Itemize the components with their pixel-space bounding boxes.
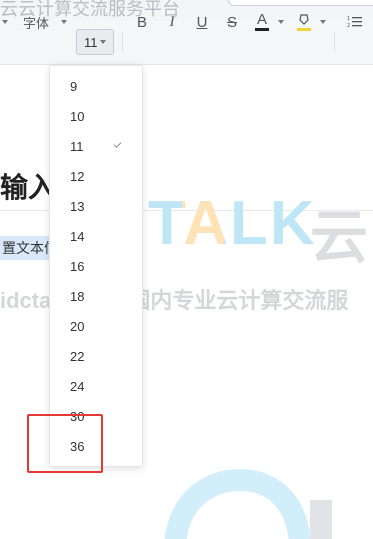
font-size-option[interactable]: 9 [50,71,142,101]
font-size-option[interactable]: 22 [50,341,142,371]
font-size-option[interactable]: 18 [50,281,142,311]
font-size-option[interactable]: 11 [50,131,142,161]
font-size-option-label: 13 [70,198,85,214]
font-size-option-label: 14 [70,228,85,244]
font-size-option-label: 11 [70,138,84,154]
watermark-logo-text: TALK [148,188,317,259]
watermark-cloud-icon [164,468,311,539]
watermark-logo-word: TALK [148,189,317,258]
font-size-option[interactable]: 12 [50,161,142,191]
font-size-option-label: 20 [70,318,85,334]
font-size-option[interactable]: 20 [50,311,142,341]
font-size-option-label: 9 [70,78,78,94]
checkmark-icon [113,140,122,148]
font-size-option[interactable]: 10 [50,101,142,131]
font-size-dropdown-menu: 9 10 11 12 13 14 16 18 20 22 24 30 36 [49,65,143,467]
watermark-letter-bottom [310,500,332,539]
font-size-option[interactable]: 13 [50,191,142,221]
font-size-option-label: 22 [70,348,85,364]
font-size-option-label: 24 [70,378,85,394]
font-size-option[interactable]: 14 [50,221,142,251]
font-size-option-label: 18 [70,288,85,304]
watermark-yun-char: 云 [310,205,369,270]
font-size-option-label: 16 [70,258,85,274]
annotation-highlight-box [27,414,103,473]
font-size-option-label: 12 [70,168,85,184]
font-size-option[interactable]: 16 [50,251,142,281]
font-size-option-label: 10 [70,108,85,124]
font-size-option[interactable]: 24 [50,371,142,401]
